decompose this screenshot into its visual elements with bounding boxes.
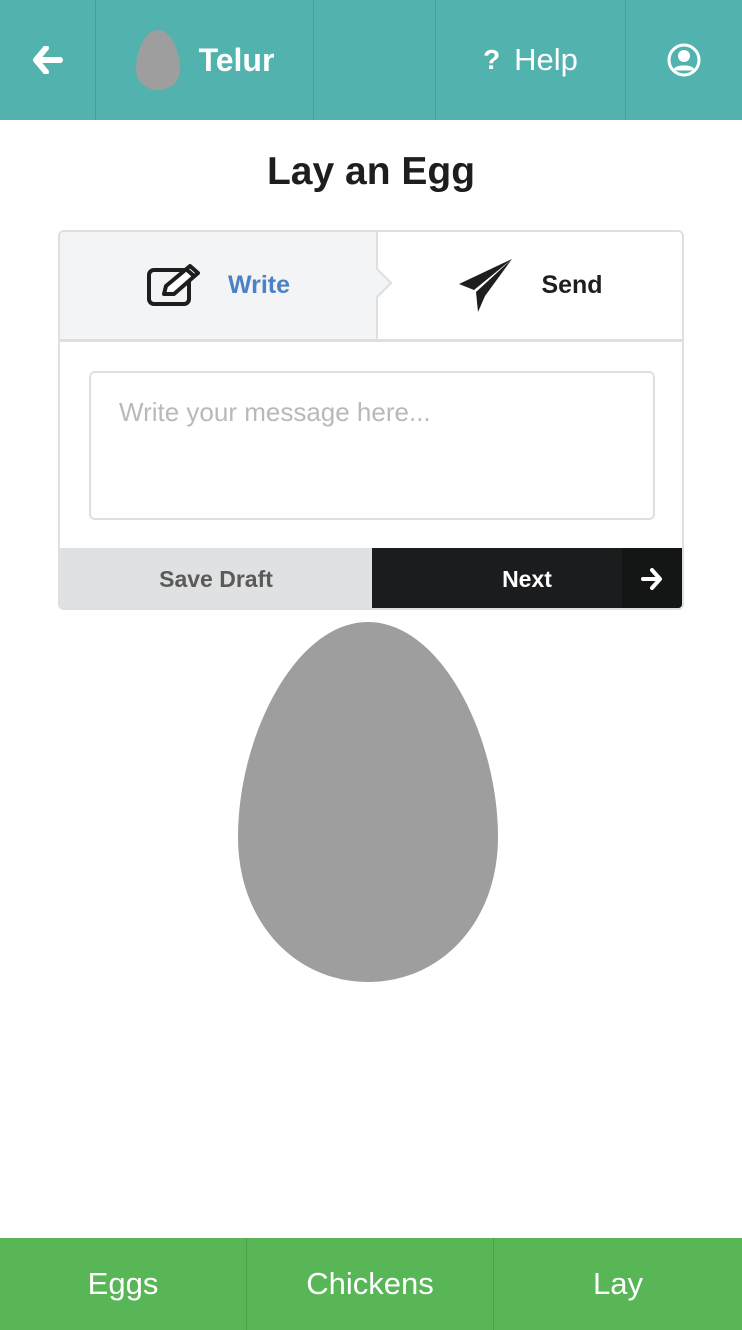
step-write-label: Write	[227, 271, 291, 299]
message-input[interactable]	[89, 371, 655, 520]
edit-icon	[146, 263, 200, 306]
brand-label: Telur	[198, 41, 275, 78]
arrow-left-icon	[32, 46, 63, 74]
step-indicator: Write Send	[60, 232, 682, 342]
step-write[interactable]: Write	[60, 232, 393, 339]
save-draft-button[interactable]: Save Draft	[60, 548, 372, 608]
page-title: Lay an Egg	[266, 150, 476, 193]
nav-lay[interactable]: Lay	[494, 1238, 742, 1330]
save-draft-label: Save Draft	[159, 565, 273, 592]
top-bar: Telur ? Help	[0, 0, 742, 120]
nav-chickens[interactable]: Chickens	[247, 1238, 494, 1330]
step-send-label: Send	[541, 271, 603, 299]
user-circle-icon	[667, 43, 701, 77]
next-label: Next	[502, 565, 552, 592]
nav-eggs[interactable]: Eggs	[0, 1238, 247, 1330]
compose-card: Write Send Save Draft Next	[58, 230, 684, 610]
arrow-right-icon	[641, 568, 662, 590]
help-label: Help	[514, 42, 578, 77]
help-button[interactable]: ? Help	[436, 0, 626, 120]
action-bar: Save Draft Next	[60, 548, 682, 608]
topbar-spacer	[314, 0, 436, 120]
next-button[interactable]: Next	[372, 548, 682, 608]
user-menu-button[interactable]	[626, 0, 742, 120]
bottom-nav: Eggs Chickens Lay	[0, 1238, 742, 1330]
egg-icon	[135, 30, 180, 90]
egg-preview-icon	[238, 622, 498, 982]
paper-plane-icon	[459, 258, 513, 312]
back-button[interactable]	[0, 0, 96, 120]
brand-link[interactable]: Telur	[96, 0, 314, 120]
step-send[interactable]: Send	[378, 232, 682, 339]
question-icon: ?	[483, 44, 501, 75]
next-icon-box	[622, 548, 682, 608]
